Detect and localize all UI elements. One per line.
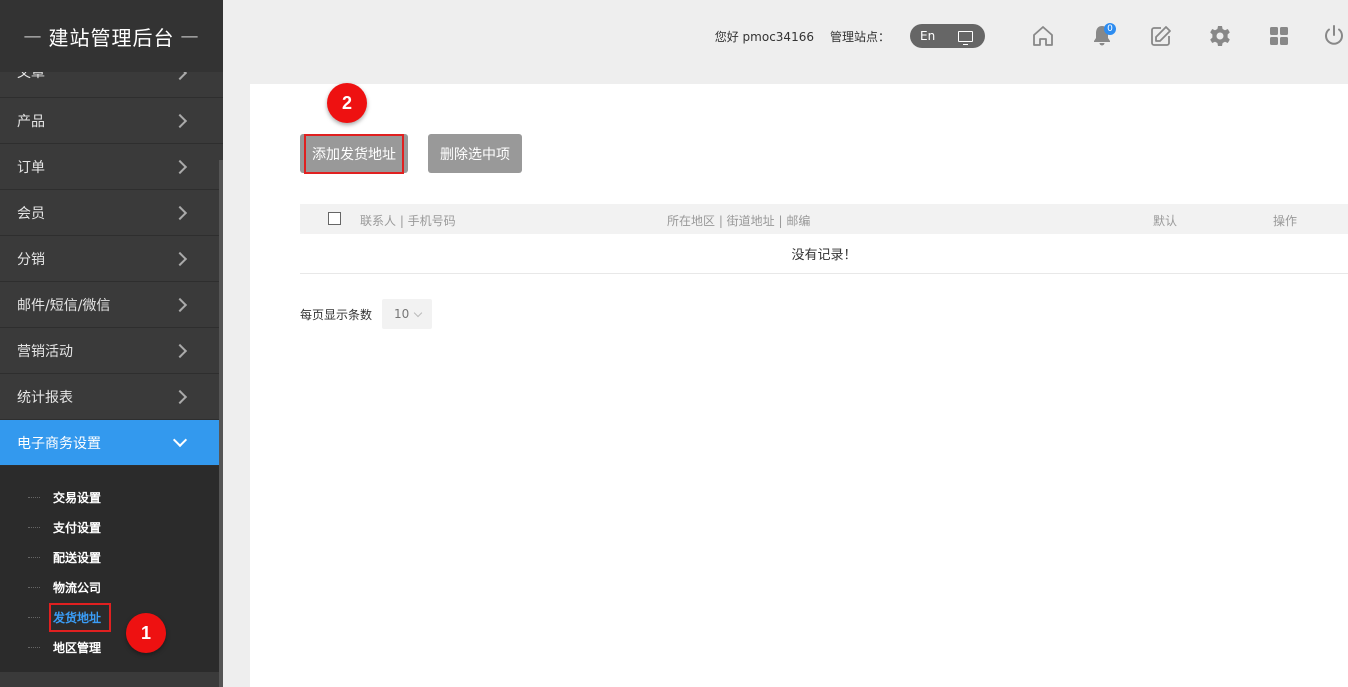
column-default: 默认 — [1153, 214, 1178, 228]
column-address: 所在地区 | 街道地址 | 邮编 — [667, 214, 811, 228]
chevron-down-icon — [172, 432, 188, 447]
chevron-right-icon — [172, 113, 188, 128]
sidebar-item-label: 会员 — [17, 205, 45, 222]
brand-dash-right: — — [180, 25, 200, 47]
gear-icon — [1209, 26, 1230, 46]
home-icon — [1032, 26, 1053, 46]
sidebar-item-distribution[interactable]: 分销 — [0, 236, 223, 282]
sidebar-item-label: 订单 — [17, 159, 45, 176]
chevron-right-icon — [172, 389, 188, 404]
apps-button[interactable] — [1249, 16, 1308, 56]
empty-row: 没有记录！ — [300, 234, 1348, 274]
brand-dash-left: — — [23, 25, 43, 47]
notifications-button[interactable]: 0 — [1072, 16, 1131, 56]
table-header: 联系人 | 手机号码 所在地区 | 街道地址 | 邮编 默认 操作 — [300, 204, 1348, 234]
submenu-item-logistics[interactable]: 物流公司 — [0, 572, 223, 602]
submenu-item-shipping-settings[interactable]: 配送设置 — [0, 542, 223, 572]
top-header: 您好 pmoc34166 管理站点： En 0 — [223, 0, 1348, 72]
sidebar-menu: 文章 产品 订单 会员 分销 邮件/短信/微信 营销活动 统计报表 电子商务设置… — [0, 72, 223, 672]
submenu-item-payment-settings[interactable]: 支付设置 — [0, 512, 223, 542]
submenu-item-label: 交易设置 — [53, 490, 102, 505]
page-size-label: 每页显示条数 — [300, 307, 373, 322]
site-language-toggle[interactable]: En — [910, 24, 985, 48]
edit-button[interactable] — [1131, 16, 1190, 56]
delete-button-label: 删除选中项 — [440, 146, 510, 163]
chevron-right-icon — [172, 343, 188, 358]
chevron-right-icon — [172, 159, 188, 174]
main-panel: 添加发货地址 删除选中项 联系人 | 手机号码 所在地区 | 街道地址 | 邮编… — [250, 84, 1348, 687]
column-contact: 联系人 | 手机号码 — [360, 214, 456, 228]
submenu-item-label: 支付设置 — [53, 520, 102, 535]
sidebar-item-members[interactable]: 会员 — [0, 190, 223, 236]
chevron-down-icon — [414, 308, 423, 317]
settings-button[interactable] — [1190, 16, 1249, 56]
sidebar-item-label: 统计报表 — [17, 389, 73, 406]
step-marker-1: 1 — [126, 613, 166, 653]
site-label: 管理站点： — [829, 29, 890, 44]
sidebar-item-label: 文章 — [17, 72, 45, 81]
user-greeting: 您好 pmoc34166 — [714, 29, 814, 44]
empty-message: 没有记录！ — [791, 248, 857, 263]
sidebar-item-label: 营销活动 — [17, 343, 73, 360]
submenu-item-label: 配送设置 — [53, 550, 102, 565]
sidebar: — 建站管理后台 — 文章 产品 订单 会员 分销 邮件/短信/微信 营销活动 … — [0, 0, 223, 687]
sidebar-item-label: 邮件/短信/微信 — [17, 297, 111, 314]
page-size-select[interactable]: 10 — [382, 299, 433, 329]
ecommerce-submenu: 交易设置 支付设置 配送设置 物流公司 发货地址 地区管理 — [0, 466, 223, 672]
column-actions: 操作 — [1273, 214, 1298, 228]
sidebar-item-label: 产品 — [17, 113, 45, 130]
step-marker-2: 2 — [327, 83, 367, 123]
power-icon — [1325, 25, 1343, 45]
monitor-icon — [958, 30, 973, 45]
home-button[interactable] — [1013, 16, 1072, 56]
edit-icon — [1150, 26, 1171, 46]
submenu-item-label: 物流公司 — [53, 580, 102, 595]
sidebar-item-reports[interactable]: 统计报表 — [0, 374, 223, 420]
delete-selected-button[interactable]: 删除选中项 — [428, 134, 522, 173]
sidebar-item-messaging[interactable]: 邮件/短信/微信 — [0, 282, 223, 328]
chevron-right-icon — [172, 205, 188, 220]
language-label: En — [920, 29, 936, 43]
chevron-right-icon — [172, 297, 188, 312]
logout-button[interactable] — [1308, 16, 1348, 56]
submenu-item-trade-settings[interactable]: 交易设置 — [0, 482, 223, 512]
sidebar-item-marketing[interactable]: 营销活动 — [0, 328, 223, 374]
sidebar-item-products[interactable]: 产品 — [0, 98, 223, 144]
sidebar-item-articles[interactable]: 文章 — [0, 72, 223, 98]
page-size-value: 10 — [394, 307, 410, 321]
sidebar-item-label: 分销 — [17, 251, 45, 268]
brand-title: 建站管理后台 — [48, 25, 175, 50]
notification-badge: 0 — [1104, 23, 1116, 35]
grid-icon — [1269, 27, 1288, 45]
page-size-control: 每页显示条数 10 — [300, 299, 433, 329]
select-all-checkbox[interactable] — [328, 212, 341, 225]
submenu-item-shipping-address[interactable]: 发货地址 — [0, 602, 223, 632]
add-shipping-address-button[interactable]: 添加发货地址 — [300, 133, 408, 174]
sidebar-item-ecommerce-settings[interactable]: 电子商务设置 — [0, 420, 223, 466]
add-button-label: 添加发货地址 — [304, 133, 404, 174]
sidebar-scrollbar[interactable] — [219, 160, 223, 687]
sidebar-item-orders[interactable]: 订单 — [0, 144, 223, 190]
brand: — 建站管理后台 — — [0, 0, 223, 72]
chevron-right-icon — [172, 72, 188, 81]
sidebar-item-label: 电子商务设置 — [17, 435, 101, 452]
submenu-item-regions[interactable]: 地区管理 — [0, 632, 223, 662]
submenu-item-label: 地区管理 — [53, 640, 102, 655]
chevron-right-icon — [172, 251, 188, 266]
submenu-item-label: 发货地址 — [49, 602, 112, 632]
